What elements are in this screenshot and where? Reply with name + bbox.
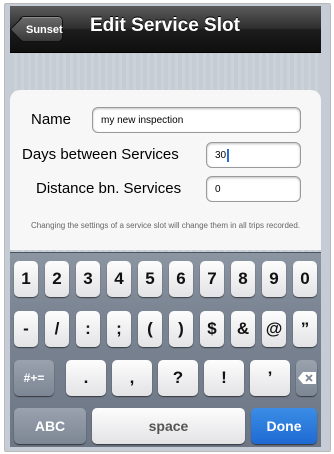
abc-key[interactable]: ABC: [14, 408, 86, 444]
key-7[interactable]: 7: [200, 261, 224, 297]
key-hyphen[interactable]: -: [14, 311, 38, 347]
distance-field-value: 0: [215, 184, 221, 195]
key-at[interactable]: @: [262, 311, 286, 347]
page-title: Edit Service Slot: [90, 15, 240, 36]
name-row: Name my new inspection: [10, 107, 321, 135]
key-quote[interactable]: ”: [293, 311, 317, 347]
key-comma[interactable]: ,: [112, 360, 152, 396]
key-colon[interactable]: :: [76, 311, 100, 347]
key-more-symbols[interactable]: #+=: [14, 360, 54, 396]
key-apostrophe[interactable]: ’: [250, 360, 290, 396]
key-question[interactable]: ?: [158, 360, 198, 396]
days-label: Days between Services: [22, 146, 179, 163]
key-6[interactable]: 6: [169, 261, 193, 297]
key-ampersand[interactable]: &: [231, 311, 255, 347]
key-1[interactable]: 1: [14, 261, 38, 297]
back-button-label: Sunset: [26, 24, 63, 36]
key-4[interactable]: 4: [107, 261, 131, 297]
name-field[interactable]: my new inspection: [92, 107, 301, 133]
numeric-keyboard: 1 2 3 4 5 6 7 8 9 0 - / : ; ( ) $ & @ ” …: [10, 252, 321, 447]
key-3[interactable]: 3: [76, 261, 100, 297]
navigation-bar: Sunset Edit Service Slot: [10, 6, 321, 53]
space-key[interactable]: space: [92, 408, 245, 444]
key-5[interactable]: 5: [138, 261, 162, 297]
name-label: Name: [31, 111, 72, 128]
distance-row: Distance bn. Services 0: [10, 176, 321, 204]
name-field-value: my new inspection: [101, 115, 184, 126]
key-2[interactable]: 2: [45, 261, 69, 297]
key-8[interactable]: 8: [231, 261, 255, 297]
days-field[interactable]: 30: [206, 142, 301, 168]
key-close-paren[interactable]: ): [169, 311, 193, 347]
key-slash[interactable]: /: [45, 311, 69, 347]
key-open-paren[interactable]: (: [138, 311, 162, 347]
key-dollar[interactable]: $: [200, 311, 224, 347]
back-button[interactable]: Sunset: [19, 16, 63, 42]
distance-field[interactable]: 0: [206, 176, 301, 202]
days-row: Days between Services 30: [10, 142, 321, 170]
key-semicolon[interactable]: ;: [107, 311, 131, 347]
distance-label: Distance bn. Services: [36, 180, 182, 197]
key-9[interactable]: 9: [262, 261, 286, 297]
settings-note: Changing the settings of a service slot …: [30, 221, 301, 230]
key-period[interactable]: .: [66, 360, 106, 396]
text-cursor: [227, 148, 230, 162]
key-exclamation[interactable]: !: [204, 360, 244, 396]
key-0[interactable]: 0: [293, 261, 317, 297]
days-field-value: 30: [215, 150, 227, 161]
service-slot-form: Name my new inspection Days between Serv…: [10, 90, 321, 250]
backspace-key[interactable]: [296, 360, 317, 396]
backspace-icon: [297, 372, 316, 384]
done-key[interactable]: Done: [251, 408, 317, 444]
